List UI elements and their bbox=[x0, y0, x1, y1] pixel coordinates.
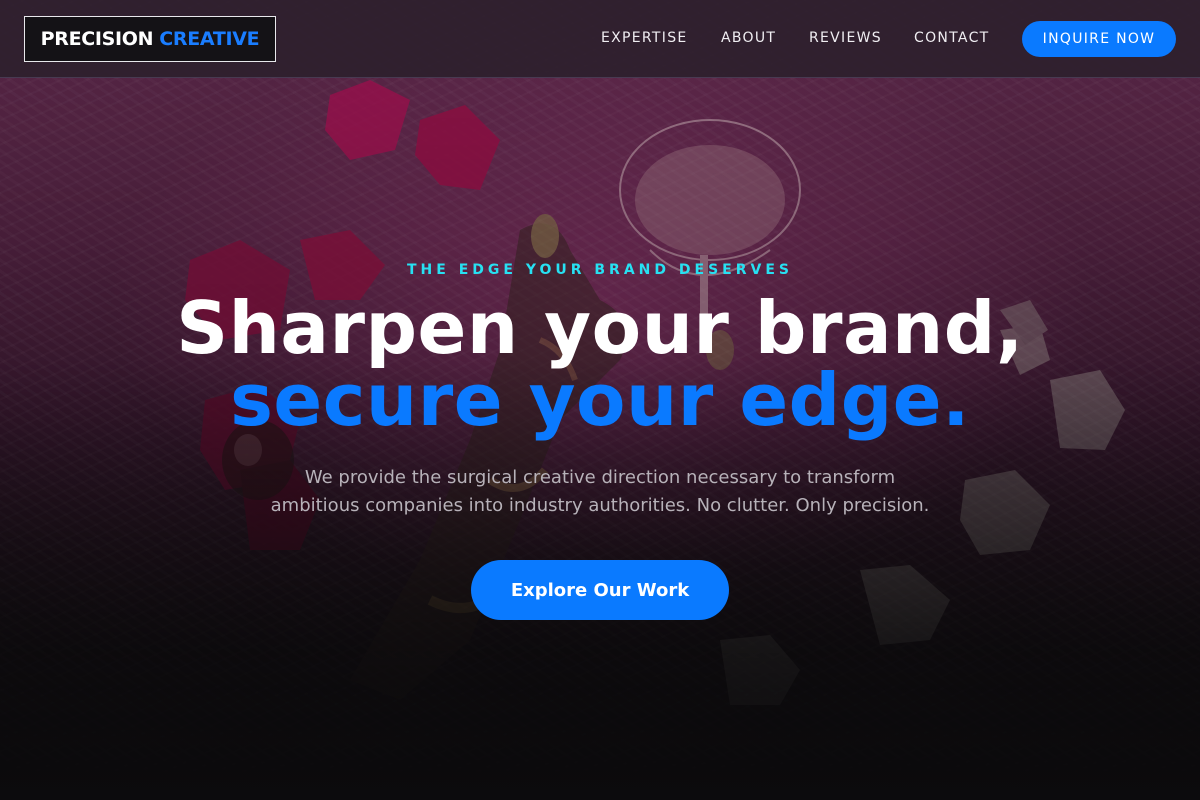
hero-description: We provide the surgical creative directi… bbox=[250, 464, 950, 520]
nav-link-expertise[interactable]: EXPERTISE bbox=[601, 30, 688, 46]
hero-description-line-2: ambitious companies into industry author… bbox=[270, 495, 930, 516]
logo-word-precision: PRECISION bbox=[40, 28, 154, 50]
explore-our-work-button[interactable]: Explore Our Work bbox=[471, 560, 729, 620]
logo-word-creative: CREATIVE bbox=[159, 28, 260, 50]
hero-eyebrow: THE EDGE YOUR BRAND DESERVES bbox=[407, 262, 793, 278]
headline-line-2: secure your edge. bbox=[230, 358, 970, 442]
brand-logo[interactable]: PRECISION CREATIVE bbox=[24, 16, 276, 62]
site-header: PRECISION CREATIVE EXPERTISE ABOUT REVIE… bbox=[0, 0, 1200, 78]
nav-link-contact[interactable]: CONTACT bbox=[914, 30, 990, 46]
nav-link-about[interactable]: ABOUT bbox=[721, 30, 776, 46]
inquire-now-button[interactable]: INQUIRE NOW bbox=[1022, 21, 1176, 57]
nav-link-reviews[interactable]: REVIEWS bbox=[809, 30, 882, 46]
hero-description-line-1: We provide the surgical creative directi… bbox=[304, 467, 896, 488]
hero-headline: Sharpen your brand, secure your edge. bbox=[0, 292, 1200, 436]
headline-line-1: Sharpen your brand, bbox=[176, 286, 1024, 370]
hero-section: THE EDGE YOUR BRAND DESERVES Sharpen you… bbox=[0, 0, 1200, 800]
